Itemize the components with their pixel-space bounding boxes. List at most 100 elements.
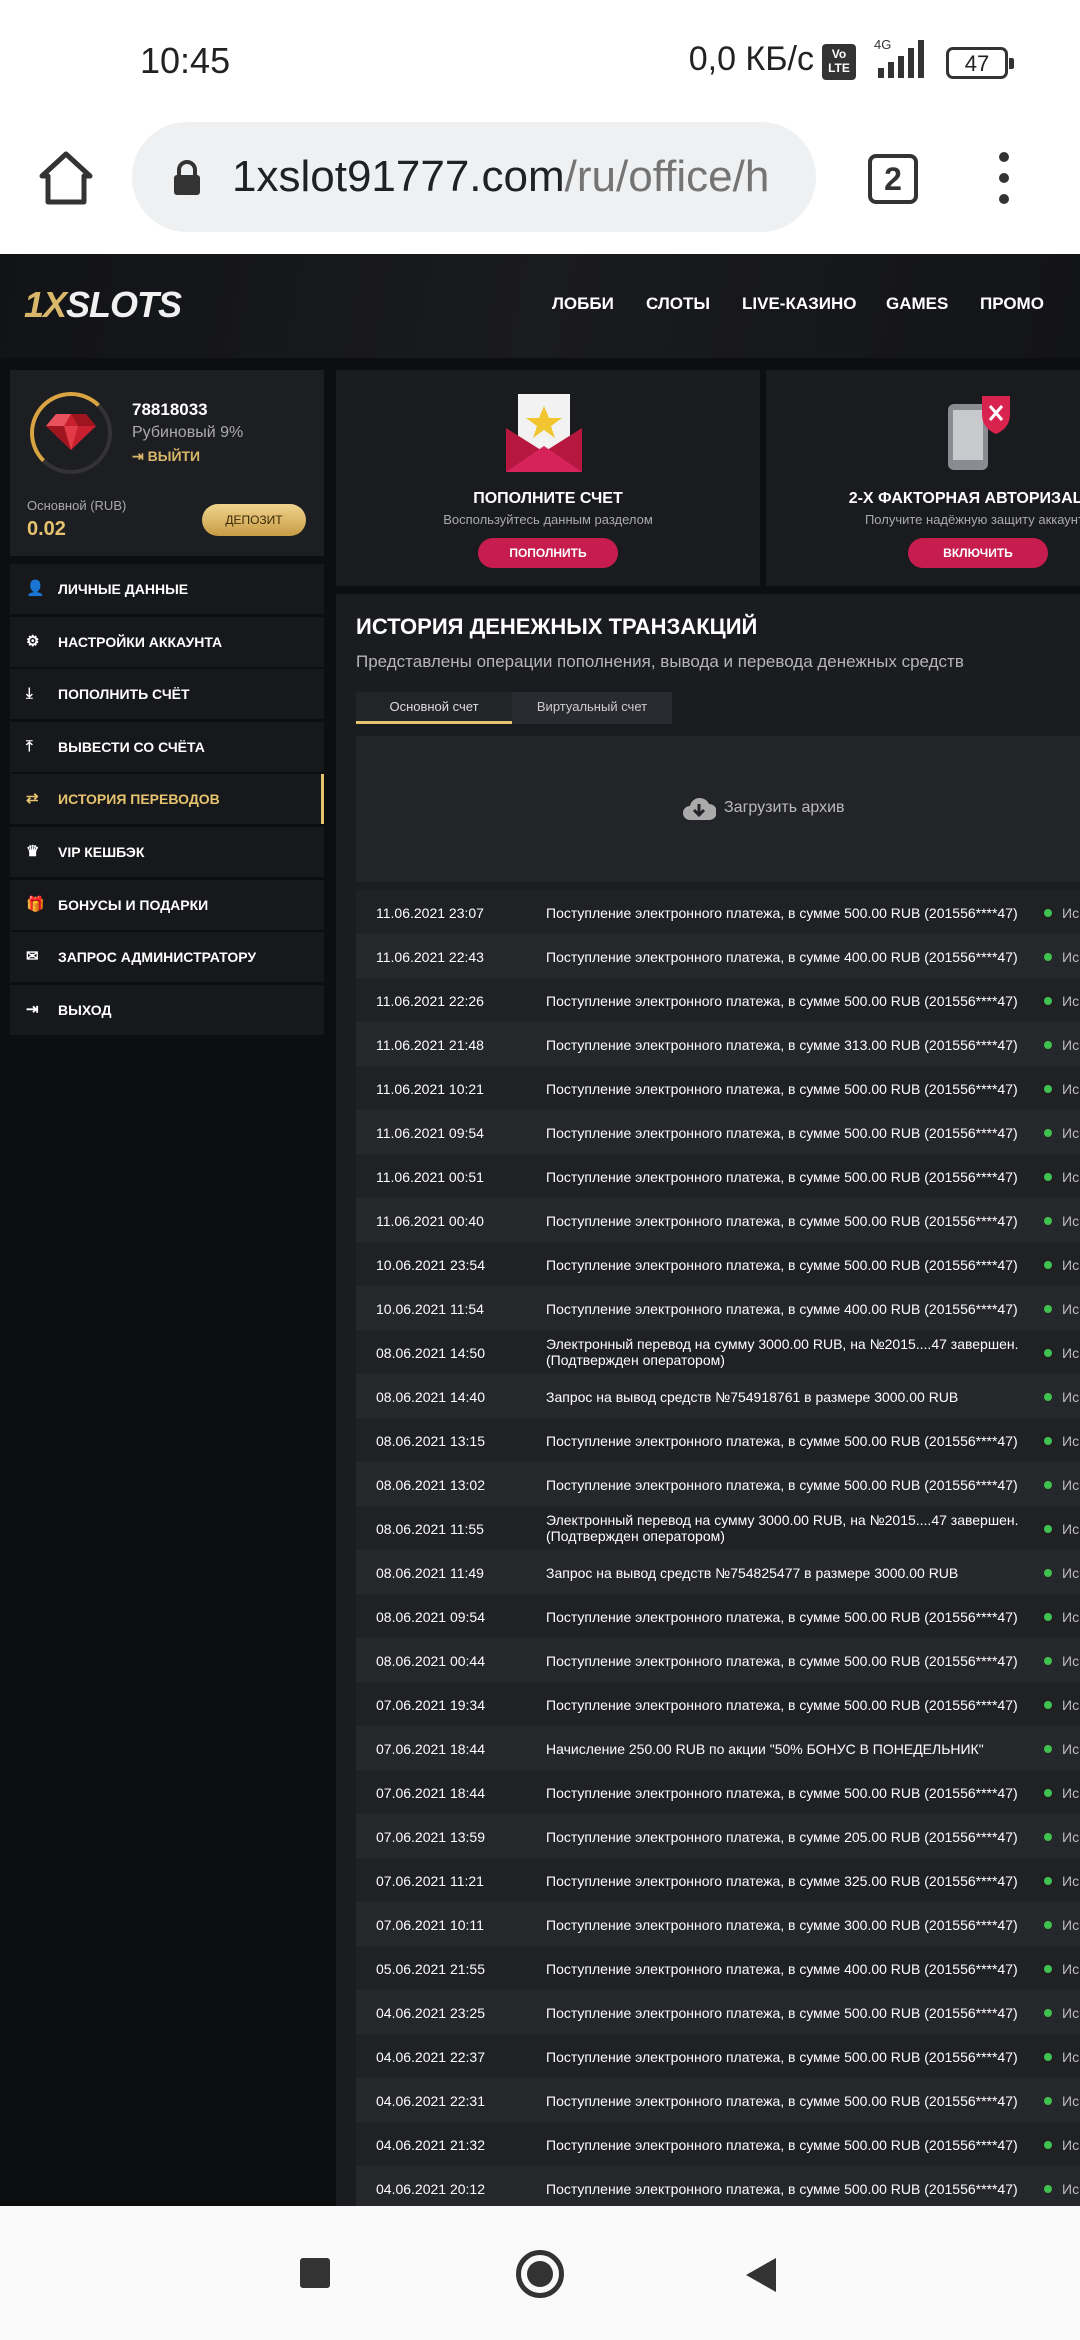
nav-slots[interactable]: СЛОТЫ bbox=[646, 294, 710, 314]
transaction-description: Поступление электронного платежа, в сумм… bbox=[546, 2137, 1018, 2153]
transaction-date: 07.06.2021 13:59 bbox=[376, 1829, 485, 1845]
home-button[interactable] bbox=[516, 2250, 564, 2298]
table-row: 07.06.2021 13:59 Поступление электронного… bbox=[356, 1814, 1080, 1858]
transaction-status: Ис bbox=[1062, 1433, 1080, 1449]
table-row: 08.06.2021 11:55 Электронный перевод на с… bbox=[356, 1506, 1080, 1550]
tab-virtual-account[interactable]: Виртуальный счет bbox=[512, 692, 672, 724]
transaction-date: 08.06.2021 00:44 bbox=[376, 1653, 485, 1669]
table-row: 10.06.2021 11:54 Поступление электронного… bbox=[356, 1286, 1080, 1330]
transaction-status: Ис bbox=[1062, 2093, 1080, 2109]
transaction-description: Поступление электронного платежа, в сумм… bbox=[546, 1785, 1018, 1801]
transaction-status: Ис bbox=[1062, 2049, 1080, 2065]
menu-item-vip-cashback[interactable]: ♛ VIP КЕШБЭК bbox=[10, 826, 324, 877]
settings-icon: ⚙ bbox=[26, 632, 40, 650]
transaction-date: 08.06.2021 11:55 bbox=[376, 1521, 484, 1537]
status-dot-icon bbox=[1044, 1921, 1052, 1929]
transaction-date: 07.06.2021 18:44 bbox=[376, 1785, 485, 1801]
transaction-status: Ис bbox=[1062, 1521, 1080, 1537]
transaction-date: 08.06.2021 13:15 bbox=[376, 1433, 485, 1449]
table-row: 11.06.2021 10:21 Поступление электронного… bbox=[356, 1066, 1080, 1110]
overflow-menu-icon[interactable] bbox=[992, 152, 1016, 208]
user-id: 78818033 bbox=[132, 400, 208, 419]
table-row: 07.06.2021 19:34 Поступление электронного… bbox=[356, 1682, 1080, 1726]
url-text: 1xslot91777.com/ru/office/h bbox=[232, 152, 769, 202]
status-dot-icon bbox=[1044, 1349, 1052, 1357]
promo-2fa-button[interactable]: ВКЛЮЧИТЬ bbox=[908, 538, 1048, 568]
promo-deposit-title: ПОПОЛНИТЕ СЧЕТ bbox=[473, 490, 623, 507]
download-archive-button[interactable]: Загрузить архив bbox=[356, 736, 1080, 882]
table-row: 08.06.2021 13:15 Поступление электронного… bbox=[356, 1418, 1080, 1462]
mail-icon: ✉ bbox=[26, 948, 39, 966]
transaction-date: 11.06.2021 22:43 bbox=[376, 949, 484, 965]
logo-part-1: 1X bbox=[24, 284, 67, 325]
menu-item-account-settings[interactable]: ⚙ НАСТРОЙКИ АККАУНТА bbox=[10, 616, 324, 667]
transaction-status: Ис bbox=[1062, 1741, 1080, 1757]
menu-item-withdraw[interactable]: ⤒ ВЫВЕСТИ СО СЧЁТА bbox=[10, 721, 324, 772]
logout-link[interactable]: ⇥ ВЫЙТИ bbox=[132, 448, 200, 465]
account-menu: 👤 ЛИЧНЫЕ ДАННЫЕ ⚙ НАСТРОЙКИ АККАУНТА ⤓ ПОПО… bbox=[10, 564, 324, 1037]
deposit-button[interactable]: ДЕПОЗИТ bbox=[202, 504, 306, 536]
nav-promo[interactable]: ПРОМО bbox=[980, 294, 1044, 314]
nav-lobby[interactable]: ЛОББИ bbox=[552, 294, 614, 314]
table-row: 08.06.2021 14:50 Электронный перевод на с… bbox=[356, 1330, 1080, 1374]
signal-icon: 4G bbox=[874, 37, 924, 78]
promo-deposit-desc: Воспользуйтесь данным разделом bbox=[443, 512, 653, 527]
menu-item-admin-request[interactable]: ✉ ЗАПРОС АДМИНИСТРАТОРУ bbox=[10, 932, 324, 983]
menu-item-label: ВЫВЕСТИ СО СЧЁТА bbox=[58, 738, 205, 755]
page-subtitle: Представлены операции пополнения, вывода… bbox=[356, 652, 964, 671]
transaction-status: Ис bbox=[1062, 1653, 1080, 1669]
table-row: 11.06.2021 09:54 Поступление электронного… bbox=[356, 1110, 1080, 1154]
menu-item-exit[interactable]: ⇥ ВЫХОД bbox=[10, 984, 324, 1035]
menu-item-bonuses[interactable]: 🎁 БОНУСЫ И ПОДАРКИ bbox=[10, 879, 324, 930]
transaction-description: Поступление электронного платежа, в сумм… bbox=[546, 1477, 1018, 1493]
transaction-date: 08.06.2021 13:02 bbox=[376, 1477, 485, 1493]
menu-item-deposit[interactable]: ⤓ ПОПОЛНИТЬ СЧЁТ bbox=[10, 669, 324, 720]
table-row: 08.06.2021 11:49 Запрос на вывод средств … bbox=[356, 1550, 1080, 1594]
tab-main-account[interactable]: Основной счет bbox=[356, 692, 512, 724]
table-row: 07.06.2021 18:44 Начисление 250.00 RUB по… bbox=[356, 1726, 1080, 1770]
tab-switcher-button[interactable]: 2 bbox=[868, 154, 918, 204]
transaction-description: Поступление электронного платежа, в сумм… bbox=[546, 2181, 1018, 2197]
transaction-date: 04.06.2021 22:31 bbox=[376, 2093, 485, 2109]
ruby-icon bbox=[46, 414, 96, 450]
transaction-date: 08.06.2021 09:54 bbox=[376, 1609, 485, 1625]
back-button[interactable] bbox=[744, 2256, 778, 2294]
status-dot-icon bbox=[1044, 909, 1052, 917]
status-dot-icon bbox=[1044, 1261, 1052, 1269]
table-row: 04.06.2021 22:31 Поступление электронного… bbox=[356, 2078, 1080, 2122]
user-icon: 👤 bbox=[26, 580, 45, 597]
transaction-description: Поступление электронного платежа, в сумм… bbox=[546, 2093, 1018, 2109]
transaction-description: Поступление электронного платежа, в сумм… bbox=[546, 993, 1018, 1009]
transaction-status: Ис bbox=[1062, 1169, 1080, 1185]
transaction-description: Поступление электронного платежа, в сумм… bbox=[546, 1257, 1018, 1273]
transaction-date: 10.06.2021 11:54 bbox=[376, 1301, 484, 1317]
nav-live-casino[interactable]: LIVE-КАЗИНО bbox=[742, 294, 856, 314]
transaction-date: 11.06.2021 00:40 bbox=[376, 1213, 484, 1229]
recents-button[interactable] bbox=[300, 2258, 330, 2288]
nav-games[interactable]: GAMES bbox=[886, 294, 948, 314]
url-domain: 1xslot91777.com bbox=[232, 152, 565, 201]
profile-card: 78818033 Рубиновый 9% ⇥ ВЫЙТИ Основной (… bbox=[10, 370, 324, 556]
transaction-date: 11.06.2021 23:07 bbox=[376, 905, 484, 921]
transaction-description: Поступление электронного платежа, в сумм… bbox=[546, 2049, 1018, 2065]
site-logo[interactable]: 1XSLOTS bbox=[24, 284, 182, 326]
clock: 10:45 bbox=[140, 40, 231, 81]
cloud-download-icon bbox=[683, 797, 716, 820]
home-icon[interactable] bbox=[36, 148, 96, 208]
transaction-date: 07.06.2021 18:44 bbox=[376, 1741, 485, 1757]
menu-item-personal-data[interactable]: 👤 ЛИЧНЫЕ ДАННЫЕ bbox=[10, 564, 324, 614]
promo-deposit-button[interactable]: ПОПОЛНИТЬ bbox=[478, 538, 618, 568]
transaction-description: Поступление электронного платежа, в сумм… bbox=[546, 949, 1018, 965]
transaction-date: 04.06.2021 22:37 bbox=[376, 2049, 485, 2065]
transaction-description: Поступление электронного платежа, в сумм… bbox=[546, 1917, 1018, 1933]
transaction-description: Поступление электронного платежа, в сумм… bbox=[546, 1961, 1018, 1977]
menu-item-transfer-history[interactable]: ⇄ ИСТОРИЯ ПЕРЕВОДОВ bbox=[10, 774, 324, 825]
transaction-date: 08.06.2021 14:50 bbox=[376, 1345, 485, 1361]
transaction-status: Ис bbox=[1062, 993, 1080, 1009]
transaction-description: Запрос на вывод средств №754825477 в раз… bbox=[546, 1565, 959, 1581]
address-bar[interactable]: 1xslot91777.com/ru/office/h bbox=[132, 122, 816, 232]
transaction-status: Ис bbox=[1062, 1917, 1080, 1933]
logout-icon: ⇥ bbox=[26, 1000, 39, 1018]
table-row: 08.06.2021 14:40 Запрос на вывод средств … bbox=[356, 1374, 1080, 1418]
transaction-date: 08.06.2021 11:49 bbox=[376, 1565, 484, 1581]
